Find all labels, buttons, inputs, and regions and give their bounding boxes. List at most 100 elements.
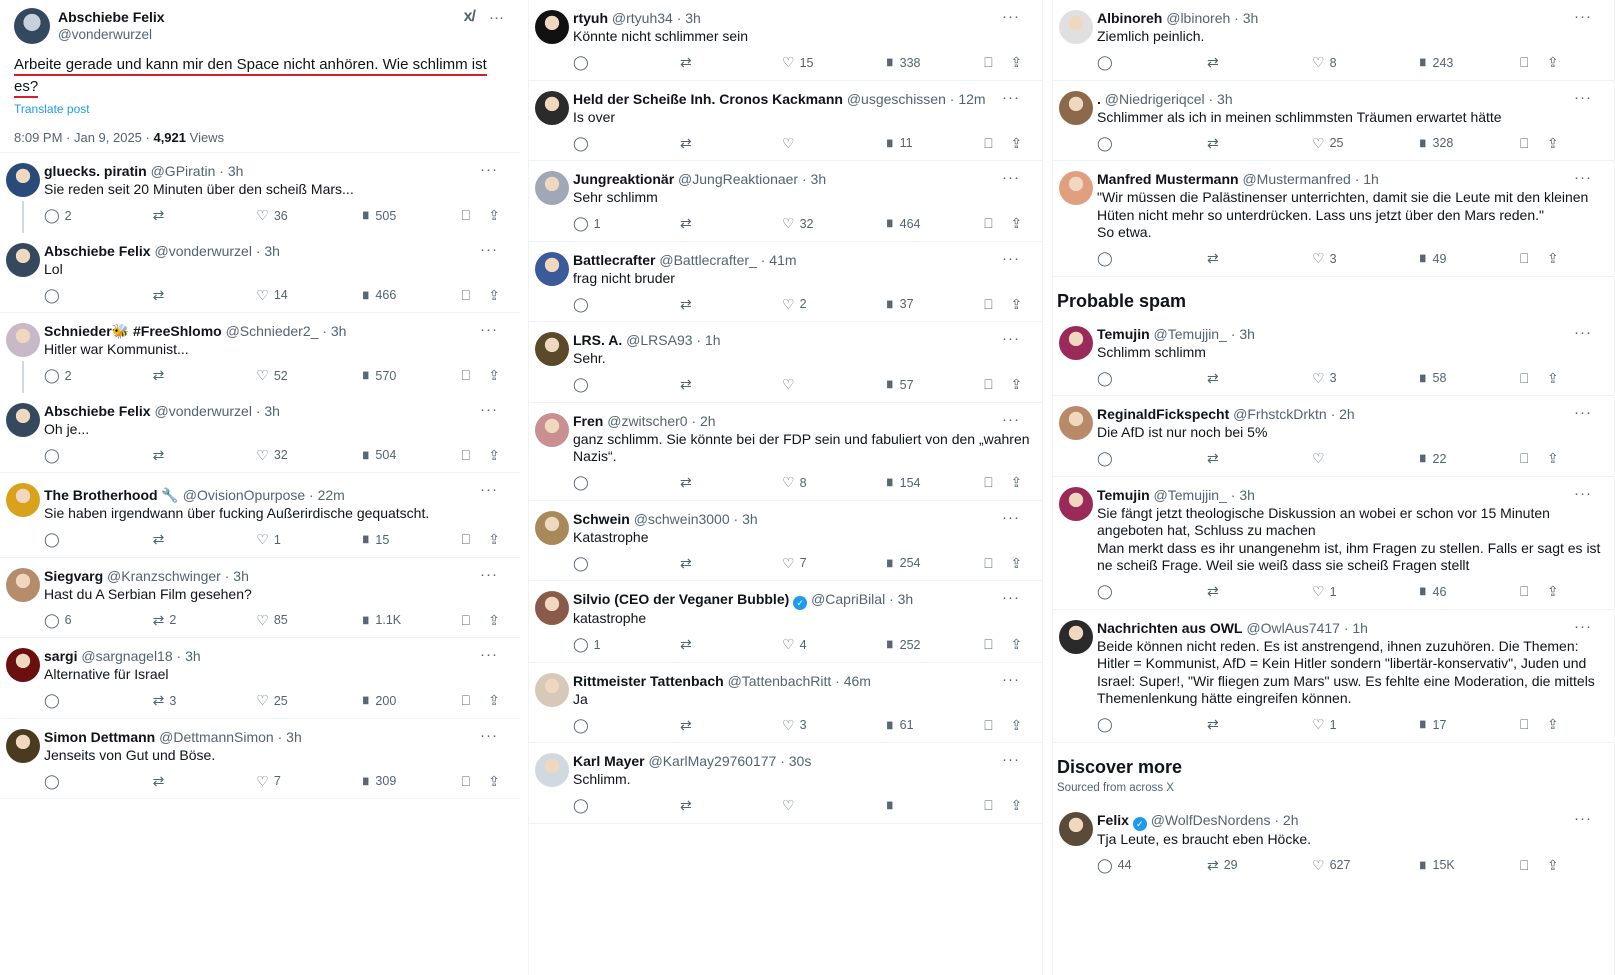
- author-name[interactable]: The Brotherhood 🔧: [44, 487, 179, 503]
- reply-button[interactable]: ◯: [573, 717, 680, 734]
- bookmark-button[interactable]: ⎕: [984, 215, 1010, 232]
- bookmark-button[interactable]: ⎕: [984, 54, 1010, 71]
- reply-button[interactable]: ◯: [44, 773, 153, 790]
- avatar[interactable]: [535, 171, 569, 205]
- author-handle[interactable]: @Temujjin_ · 3h: [1154, 487, 1255, 503]
- like-button[interactable]: ♡: [782, 376, 884, 393]
- views-button[interactable]: ▮▮▮ 58: [1417, 371, 1520, 385]
- reply-button[interactable]: ◯: [1097, 54, 1207, 71]
- reply-post[interactable]: Albinoreh @lbinoreh · 3h ··· Ziemlich pein…: [1053, 0, 1614, 81]
- repost-button[interactable]: ⇄ 2: [153, 612, 257, 629]
- author-handle[interactable]: @sargnagel18 · 3h: [81, 648, 200, 664]
- like-button[interactable]: ♡ 36: [256, 207, 360, 224]
- author-name[interactable]: Manfred Mustermann: [1097, 171, 1239, 187]
- views-button[interactable]: ▮▮▮ 15: [360, 533, 462, 547]
- repost-button[interactable]: ⇄: [680, 296, 782, 313]
- reply-button[interactable]: ◯: [44, 287, 153, 304]
- author-handle[interactable]: @KarlMay29760177 · 30s: [648, 753, 811, 769]
- more-dots-icon[interactable]: ···: [1574, 810, 1592, 827]
- author-handle[interactable]: @zwitscher0 · 2h: [607, 413, 715, 429]
- author-handle[interactable]: @OvisionOpurpose · 22m: [183, 487, 345, 503]
- bookmark-button[interactable]: ⎕: [1520, 716, 1547, 733]
- bookmark-button[interactable]: ⎕: [1520, 583, 1547, 600]
- like-button[interactable]: ♡ 25: [1312, 135, 1417, 152]
- more-dots-icon[interactable]: ···: [1574, 169, 1592, 186]
- bookmark-button[interactable]: ⎕: [462, 447, 489, 464]
- author-name[interactable]: Abschiebe Felix: [58, 8, 165, 26]
- more-dots-icon[interactable]: ···: [1574, 8, 1592, 25]
- avatar[interactable]: [535, 90, 569, 125]
- reply-button[interactable]: ◯ 2: [44, 367, 153, 384]
- views-button[interactable]: ▮▮▮ 49: [1417, 252, 1520, 266]
- author-handle[interactable]: @Temujjin_ · 3h: [1154, 326, 1255, 342]
- author-handle[interactable]: @Mustermanfred · 1h: [1242, 171, 1378, 187]
- reply-button[interactable]: ◯ 6: [44, 612, 153, 629]
- more-dots-icon[interactable]: ···: [1574, 89, 1592, 106]
- reply-post[interactable]: gluecks. piratin @GPiratin · 3h ··· Sie re…: [0, 153, 520, 233]
- author-handle[interactable]: @DettmannSimon · 3h: [159, 729, 302, 745]
- repost-button[interactable]: ⇄: [1207, 54, 1312, 71]
- like-button[interactable]: ♡: [782, 135, 884, 152]
- repost-button[interactable]: ⇄: [1207, 250, 1312, 267]
- like-button[interactable]: ♡ 7: [256, 773, 360, 790]
- share-button[interactable]: ⇪: [1547, 583, 1567, 600]
- avatar[interactable]: [535, 251, 569, 286]
- author-handle[interactable]: @vonderwurzel: [58, 26, 165, 44]
- like-button[interactable]: ♡ 3: [1312, 250, 1417, 267]
- reply-post[interactable]: Temujin @Temujjin_ · 3h ··· Schlimm schlim…: [1053, 316, 1614, 396]
- share-button[interactable]: ⇪: [488, 692, 508, 709]
- author-handle[interactable]: @Niedrigeriqcel · 3h: [1105, 91, 1233, 107]
- reply-post[interactable]: Simon Dettmann @DettmannSimon · 3h ··· Jen…: [0, 719, 520, 799]
- share-button[interactable]: ⇪: [1011, 717, 1030, 734]
- more-dots-icon[interactable]: ···: [480, 566, 498, 583]
- repost-button[interactable]: ⇄: [153, 207, 257, 224]
- like-button[interactable]: ♡ 2: [782, 296, 884, 313]
- reply-button[interactable]: ◯: [573, 555, 680, 572]
- reply-post[interactable]: Felix ✓ @WolfDesNordens · 2h ··· Tja Leute…: [1053, 802, 1614, 883]
- like-button[interactable]: ♡ 85: [256, 612, 360, 629]
- reply-button[interactable]: ◯: [1097, 583, 1207, 600]
- more-dots-icon[interactable]: ···: [480, 646, 498, 663]
- reply-post[interactable]: Silvio (CEO der Veganer Bubble) ✓ @Capri…: [529, 581, 1042, 663]
- author-handle[interactable]: @JungReaktionaer · 3h: [678, 171, 826, 187]
- more-dots-icon[interactable]: ···: [1574, 404, 1592, 421]
- reply-post[interactable]: Karl Mayer @KarlMay29760177 · 30s ··· Schl…: [529, 743, 1042, 824]
- share-button[interactable]: ⇪: [488, 367, 508, 384]
- avatar[interactable]: [6, 648, 40, 682]
- reply-button[interactable]: ◯: [1097, 450, 1207, 467]
- like-button[interactable]: ♡ 1: [1312, 716, 1417, 733]
- avatar[interactable]: [6, 242, 40, 277]
- reply-button[interactable]: ◯: [573, 474, 680, 491]
- views-button[interactable]: ▮▮▮ 252: [884, 638, 984, 652]
- avatar[interactable]: [1059, 811, 1093, 846]
- share-button[interactable]: ⇪: [1011, 474, 1030, 491]
- views-button[interactable]: ▮▮▮ 22: [1417, 452, 1520, 466]
- views-button[interactable]: ▮▮▮ 338: [884, 56, 984, 70]
- bookmark-button[interactable]: ⎕: [1520, 135, 1547, 152]
- author-name[interactable]: Rittmeister Tattenbach: [573, 673, 724, 689]
- views-button[interactable]: ▮▮▮ 309: [360, 774, 462, 788]
- reply-post[interactable]: Nachrichten aus OWL @OwlAus7417 · 1h ··· B…: [1053, 610, 1614, 743]
- author-handle[interactable]: @Schnieder2_ · 3h: [226, 323, 347, 339]
- more-dots-icon[interactable]: ···: [1002, 8, 1020, 25]
- views-button[interactable]: ▮▮▮ 17: [1417, 718, 1520, 732]
- share-button[interactable]: ⇪: [1011, 797, 1030, 814]
- like-button[interactable]: ♡ 3: [782, 717, 884, 734]
- share-button[interactable]: ⇪: [1547, 857, 1567, 874]
- bookmark-button[interactable]: ⎕: [984, 797, 1010, 814]
- author-name[interactable]: rtyuh: [573, 10, 608, 26]
- more-dots-icon[interactable]: ···: [480, 241, 498, 258]
- repost-button[interactable]: ⇄: [680, 54, 782, 71]
- share-button[interactable]: ⇪: [1547, 450, 1567, 467]
- like-button[interactable]: ♡ 627: [1312, 857, 1417, 874]
- repost-button[interactable]: ⇄: [153, 367, 257, 384]
- avatar[interactable]: [6, 402, 40, 437]
- author-name[interactable]: Temujin: [1097, 487, 1150, 503]
- reply-button[interactable]: ◯ 2: [44, 207, 153, 224]
- bookmark-button[interactable]: ⎕: [1520, 54, 1547, 71]
- reply-button[interactable]: ◯: [44, 531, 153, 548]
- author-handle[interactable]: @schwein3000 · 3h: [634, 511, 758, 527]
- reply-button[interactable]: ◯: [573, 296, 680, 313]
- repost-button[interactable]: ⇄: [680, 797, 782, 814]
- more-dots-icon[interactable]: ···: [1002, 250, 1020, 267]
